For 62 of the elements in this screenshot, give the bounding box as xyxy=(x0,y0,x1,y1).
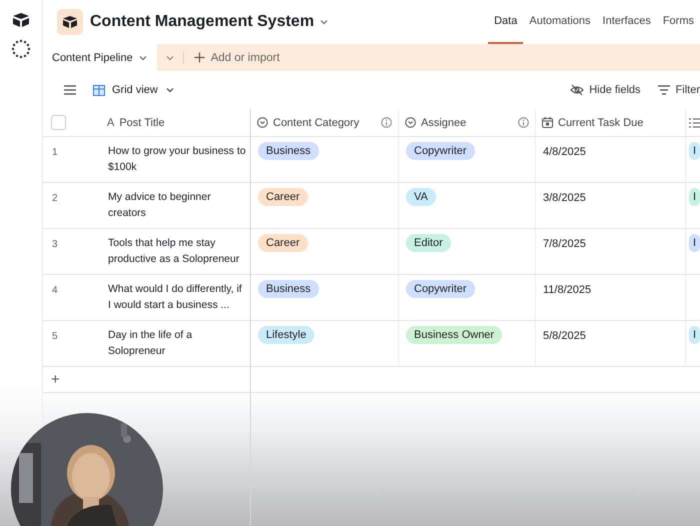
info-icon[interactable] xyxy=(381,117,392,128)
table-cell: 5/8/2025 xyxy=(536,321,686,367)
row-number: 4 xyxy=(43,275,101,321)
loading-icon xyxy=(11,39,31,59)
nav-tab[interactable]: Interfaces xyxy=(596,0,657,44)
add-row-button[interactable]: + xyxy=(43,367,251,393)
base-logo[interactable] xyxy=(57,9,83,35)
row-number: 1 xyxy=(43,137,101,183)
column-header[interactable]: Current Task Due xyxy=(558,116,644,128)
tag: Lifestyle xyxy=(258,326,314,344)
list-field-icon xyxy=(689,118,700,128)
row-number: 3 xyxy=(43,229,101,275)
tag: Business Owner xyxy=(406,326,502,344)
tag: Business xyxy=(258,142,319,160)
select-all-checkbox[interactable] xyxy=(51,115,66,130)
table-tab[interactable]: Content Pipeline xyxy=(43,44,157,71)
caret-icon[interactable] xyxy=(164,86,175,94)
row-number: 2 xyxy=(43,183,101,229)
tag: I xyxy=(689,142,700,160)
select-field-icon xyxy=(257,117,268,128)
table-cell: How to grow your business to $100k xyxy=(101,137,251,183)
tag: I xyxy=(689,234,700,252)
tag: VA xyxy=(406,188,436,206)
table-cell: What would I do differently, if I would start a business ... xyxy=(101,275,251,321)
column-header[interactable]: Post Title xyxy=(119,116,165,128)
row-number: 5 xyxy=(43,321,101,367)
caret-icon[interactable] xyxy=(138,54,148,62)
table-cell: 11/8/2025 xyxy=(536,275,686,321)
column-header[interactable]: Assignee xyxy=(421,116,466,128)
table-cell: Day in the life of a Solopreneur xyxy=(101,321,251,367)
table-cell: 7/8/2025 xyxy=(536,229,686,275)
info-icon[interactable] xyxy=(518,117,529,128)
table-cell: My advice to beginner creators xyxy=(101,183,251,229)
tag: I xyxy=(689,188,700,206)
calendar-icon xyxy=(542,117,553,128)
toolbar-button[interactable]: Filter xyxy=(656,84,700,96)
plus-icon xyxy=(194,52,205,63)
view-switcher[interactable]: Grid view xyxy=(93,84,175,96)
grid-icon xyxy=(93,84,105,96)
table-cell: 4/8/2025 xyxy=(536,137,686,183)
nav-tab[interactable]: Automations xyxy=(523,0,597,44)
column-header[interactable]: Content Category xyxy=(273,116,360,128)
tag: Career xyxy=(258,188,308,206)
text-field-icon: A xyxy=(107,116,114,128)
logo-icon[interactable] xyxy=(12,12,30,28)
table-cell: Tools that help me stay productive as a Solopreneur xyxy=(101,229,251,275)
table-cell: 3/8/2025 xyxy=(536,183,686,229)
tag: Copywriter xyxy=(406,280,475,298)
tag: I xyxy=(689,326,700,344)
filter-icon[interactable] xyxy=(656,84,671,96)
eye-slash-icon[interactable] xyxy=(570,84,584,96)
tag: Career xyxy=(258,234,308,252)
toolbar-button[interactable]: Hide fields xyxy=(570,84,641,96)
base-title[interactable]: Content Management System xyxy=(90,13,314,31)
caret-icon[interactable] xyxy=(319,18,330,26)
nav-tab[interactable]: Forms xyxy=(656,0,700,44)
menu-icon[interactable] xyxy=(64,85,76,95)
tag: Editor xyxy=(406,234,451,252)
tag: Copywriter xyxy=(406,142,475,160)
add-or-import-button[interactable]: Add or import xyxy=(184,44,290,71)
select-field-icon xyxy=(405,117,416,128)
tag: Business xyxy=(258,280,319,298)
